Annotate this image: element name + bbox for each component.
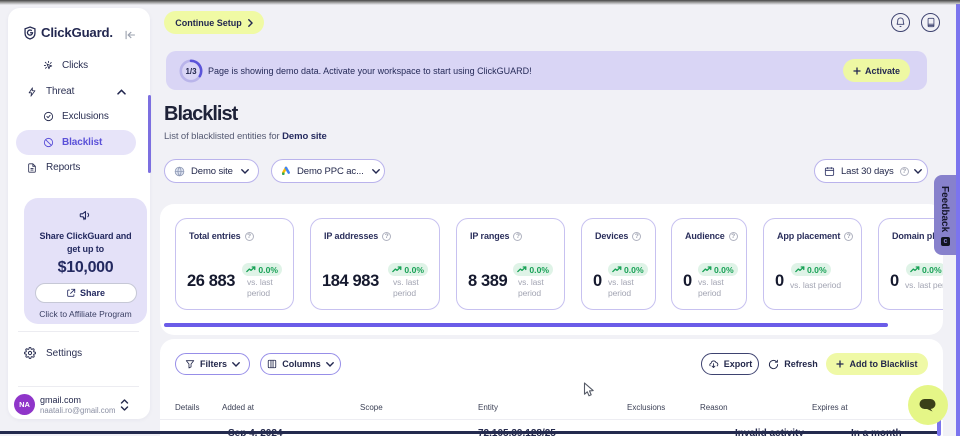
- svg-text:Feedback: Feedback: [939, 186, 950, 233]
